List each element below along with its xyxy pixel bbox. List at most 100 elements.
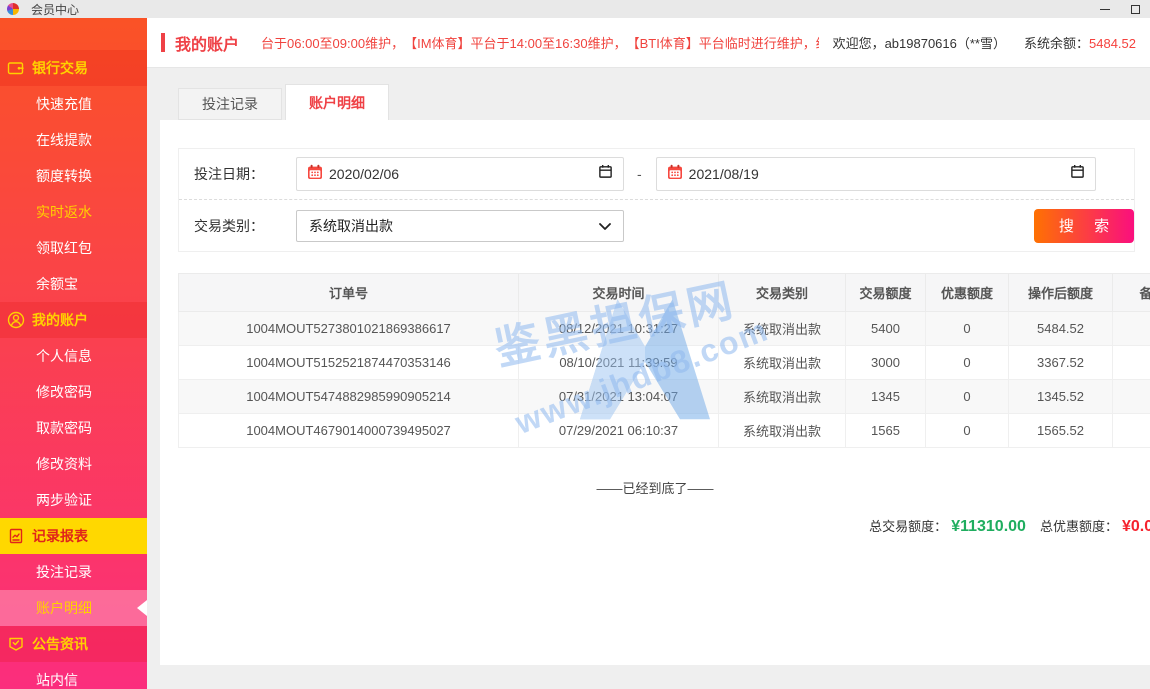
- column-header: 订单号: [179, 274, 519, 312]
- table-cell: 3367.52: [1009, 346, 1113, 380]
- sidebar-item-quick-deposit[interactable]: 快速充值: [0, 86, 147, 122]
- sidebar-item-bet-records[interactable]: 投注记录: [0, 554, 147, 590]
- table-cell: 1004MOUT5273801021869386617: [179, 312, 519, 346]
- table-header-row: 订单号交易时间交易类别交易额度优惠额度操作后额度备注: [179, 274, 1150, 312]
- sidebar-item-label: 记录报表: [32, 526, 88, 546]
- selected-transaction-type: 系统取消出款: [309, 216, 599, 236]
- tabs: 投注记录 账户明细: [178, 84, 389, 120]
- sidebar-item-red-packet[interactable]: 领取红包: [0, 230, 147, 266]
- sidebar-item-label: 站内信: [36, 670, 78, 689]
- sidebar-item-online-withdraw[interactable]: 在线提款: [0, 122, 147, 158]
- search-button[interactable]: 搜 索: [1034, 209, 1134, 243]
- sidebar-item-record-reports[interactable]: 记录报表: [0, 518, 147, 554]
- calendar-red-icon: [307, 164, 323, 185]
- sidebar-item-account-details[interactable]: 账户明细: [0, 590, 147, 626]
- minimize-icon: [1100, 9, 1110, 10]
- tab-account-details[interactable]: 账户明细: [285, 84, 389, 120]
- title-accent-bar: [161, 33, 165, 52]
- date-filter-row: 投注日期： 2020/02/06 -: [179, 149, 1134, 200]
- maximize-button[interactable]: [1120, 0, 1150, 18]
- sidebar-item-label: 修改资料: [36, 454, 92, 474]
- balance-value: 5484.52: [1089, 36, 1136, 51]
- table-cell: 0: [926, 312, 1009, 346]
- welcome-text: 欢迎您，ab19870616（**雪）: [833, 33, 1006, 52]
- sidebar-item-label: 账户明细: [36, 598, 92, 618]
- sidebar-item-edit-profile[interactable]: 修改资料: [0, 446, 147, 482]
- sidebar-item-label: 修改密码: [36, 382, 92, 402]
- sidebar-item-label: 领取红包: [36, 238, 92, 258]
- table-cell: 系统取消出款: [719, 346, 846, 380]
- calendar-red-icon: [667, 164, 683, 185]
- sidebar-item-quota-transfer[interactable]: 额度转换: [0, 158, 147, 194]
- sidebar-item-label: 公告资讯: [32, 634, 88, 654]
- date-from-input[interactable]: 2020/02/06: [296, 157, 624, 191]
- sidebar-item-site-mail[interactable]: 站内信: [0, 662, 147, 689]
- chevron-down-icon: [599, 217, 611, 235]
- sidebar-menu: 银行交易快速充值在线提款额度转换实时返水领取红包余额宝我的账户个人信息修改密码取…: [0, 50, 147, 689]
- report-icon: [6, 527, 25, 546]
- main-area: 我的账户 台于06:00至09:00维护， 【IM体育】平台于14:00至16:…: [147, 18, 1150, 689]
- column-header: 优惠额度: [926, 274, 1009, 312]
- table-cell: 3000: [846, 346, 926, 380]
- datepicker-icon[interactable]: [1070, 164, 1085, 184]
- end-of-list-text: ——已经到底了——: [160, 478, 1150, 497]
- table-cell: 08/10/2021 11:39:59: [519, 346, 719, 380]
- totals-row: 总交易额度： ¥11310.00 总优惠额度： ¥0.00: [869, 516, 1150, 536]
- table-cell: 5484.52: [1009, 312, 1113, 346]
- minimize-button[interactable]: [1090, 0, 1120, 18]
- column-header: 交易时间: [519, 274, 719, 312]
- sidebar-item-realtime-rebate[interactable]: 实时返水: [0, 194, 147, 230]
- content-panel: 投注日期： 2020/02/06 -: [160, 120, 1150, 665]
- maintenance-notice: 台于06:00至09:00维护， 【IM体育】平台于14:00至16:30维护，…: [261, 33, 819, 52]
- sidebar-item-withdraw-password[interactable]: 取款密码: [0, 410, 147, 446]
- transaction-type-select[interactable]: 系统取消出款: [296, 210, 624, 242]
- app-logo-icon: [7, 3, 19, 15]
- sidebar: 银行交易快速充值在线提款额度转换实时返水领取红包余额宝我的账户个人信息修改密码取…: [0, 18, 147, 689]
- date-to-value: 2021/08/19: [689, 166, 1064, 182]
- date-from-value: 2020/02/06: [329, 166, 592, 182]
- table-cell: 1565: [846, 414, 926, 448]
- table-cell: 0: [926, 346, 1009, 380]
- column-header: 交易额度: [846, 274, 926, 312]
- table-cell: 1345: [846, 380, 926, 414]
- range-separator: -: [637, 166, 642, 182]
- table-cell: 系统取消出款: [719, 312, 846, 346]
- table-row: 1004MOUT547488298599090521407/31/2021 13…: [179, 380, 1150, 414]
- sidebar-item-yuebao[interactable]: 余额宝: [0, 266, 147, 302]
- table-row: 1004MOUT467901400073949502707/29/2021 06…: [179, 414, 1150, 448]
- datepicker-icon[interactable]: [598, 164, 613, 184]
- table-cell: 07/29/2021 06:10:37: [519, 414, 719, 448]
- system-balance: 系统余额：5484.52: [1024, 33, 1136, 52]
- table-cell: 1345.52: [1009, 380, 1113, 414]
- sidebar-item-bank-transactions[interactable]: 银行交易: [0, 50, 147, 86]
- sidebar-item-label: 两步验证: [36, 490, 92, 510]
- sidebar-item-label: 投注记录: [36, 562, 92, 582]
- sidebar-item-two-step-verify[interactable]: 两步验证: [0, 482, 147, 518]
- window-title: 会员中心: [31, 1, 79, 18]
- table-cell: 08/12/2021 10:31:27: [519, 312, 719, 346]
- tab-bet-records[interactable]: 投注记录: [178, 88, 282, 120]
- window-titlebar: 会员中心: [0, 0, 1150, 18]
- filter-panel: 投注日期： 2020/02/06 -: [178, 148, 1135, 252]
- table-cell: 0: [926, 414, 1009, 448]
- sidebar-item-my-account[interactable]: 我的账户: [0, 302, 147, 338]
- sidebar-item-label: 个人信息: [36, 346, 92, 366]
- sidebar-item-label: 取款密码: [36, 418, 92, 438]
- table-row: 1004MOUT527380102186938661708/12/2021 10…: [179, 312, 1150, 346]
- table-cell: 1565.52: [1009, 414, 1113, 448]
- sidebar-item-label: 我的账户: [32, 310, 88, 330]
- table-row: 1004MOUT515252187447035314608/10/2021 11…: [179, 346, 1150, 380]
- app-window: 会员中心 银行交易快速充值在线提款额度转换实时返水领取红包余额宝我的账户个人信息…: [0, 0, 1150, 689]
- type-filter-row: 交易类别： 系统取消出款 搜 索: [179, 200, 1134, 251]
- page-title: 我的账户: [175, 31, 239, 55]
- total-bonus-label: 总优惠额度：: [1040, 516, 1118, 535]
- date-to-input[interactable]: 2021/08/19: [656, 157, 1096, 191]
- table-cell: 5400: [846, 312, 926, 346]
- sidebar-item-change-password[interactable]: 修改密码: [0, 374, 147, 410]
- transactions-table: 订单号交易时间交易类别交易额度优惠额度操作后额度备注 1004MOUT52738…: [178, 273, 1150, 448]
- table-cell: 系统取消出款: [719, 414, 846, 448]
- sidebar-item-announcements[interactable]: 公告资讯: [0, 626, 147, 662]
- sidebar-item-personal-info[interactable]: 个人信息: [0, 338, 147, 374]
- sidebar-item-label: 额度转换: [36, 166, 92, 186]
- transaction-type-label: 交易类别：: [179, 216, 296, 236]
